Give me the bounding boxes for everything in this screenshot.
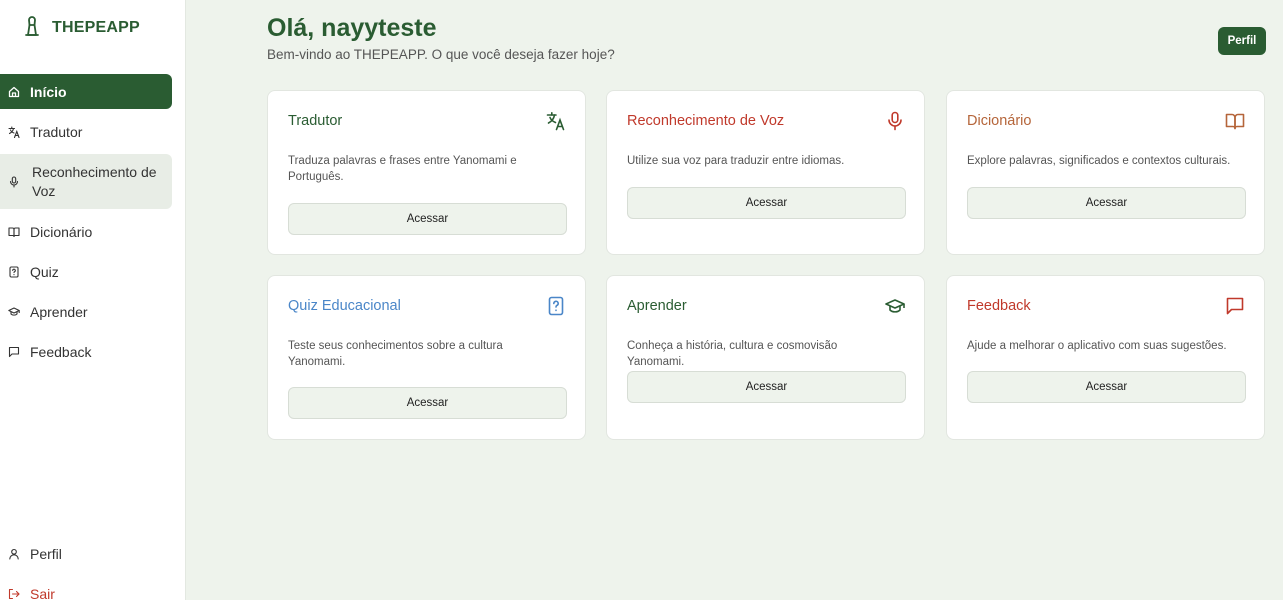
sidebar-item-sair[interactable]: Sair: [0, 576, 172, 600]
logout-icon: [8, 588, 20, 600]
acessar-button[interactable]: Acessar: [288, 203, 567, 235]
sidebar-item-reconhecimento-de-voz[interactable]: Reconhecimento de Voz: [0, 154, 172, 209]
quiz-icon: [546, 296, 566, 316]
sidebar-item-perfil[interactable]: Perfil: [0, 536, 172, 571]
book-icon: [8, 226, 20, 238]
card-description: Utilize sua voz para traduzir entre idio…: [627, 155, 845, 167]
card-quiz-educacional: Quiz Educacional Teste seus conhecimento…: [267, 275, 586, 440]
graduation-cap-icon: [8, 306, 20, 318]
card-description: Ajude a melhorar o aplicativo com suas s…: [967, 340, 1227, 352]
sidebar-bottom: Perfil Sair: [0, 536, 172, 600]
sidebar-item-label: Dicionário: [30, 223, 93, 240]
sidebar: THEPEAPP Início Tradutor Reconhecimento …: [0, 0, 186, 600]
sidebar-item-quiz[interactable]: Quiz: [0, 254, 172, 289]
card-feedback: Feedback Ajude a melhorar o aplicativo c…: [946, 275, 1265, 440]
acessar-button[interactable]: Acessar: [627, 187, 906, 219]
translate-icon: [546, 111, 566, 131]
book-icon: [1225, 111, 1245, 131]
profile-button[interactable]: Perfil: [1218, 27, 1266, 55]
home-icon: [8, 86, 20, 98]
card-title: Aprender: [627, 298, 687, 314]
card-description: Conheça a história, cultura e cosmovisão…: [627, 340, 838, 368]
sidebar-item-label: Aprender: [30, 303, 88, 320]
graduation-cap-icon: [885, 296, 905, 316]
page-subtitle: Bem-vindo ao THEPEAPP. O que você deseja…: [267, 47, 615, 62]
logo-icon: [24, 15, 40, 41]
card-title: Quiz Educacional: [288, 298, 401, 314]
sidebar-item-feedback[interactable]: Feedback: [0, 334, 172, 369]
card-aprender: Aprender Conheça a história, cultura e c…: [606, 275, 925, 440]
card-title: Feedback: [967, 298, 1031, 314]
card-title: Reconhecimento de Voz: [627, 113, 785, 129]
acessar-button[interactable]: Acessar: [967, 371, 1246, 403]
card-title: Dicionário: [967, 113, 1032, 129]
card-description: Teste seus conhecimentos sobre a cultura…: [288, 340, 503, 368]
sidebar-item-label: Perfil: [30, 545, 62, 562]
page-title: Olá, nayyteste: [267, 14, 437, 42]
acessar-button[interactable]: Acessar: [967, 187, 1246, 219]
sidebar-item-label: Reconhecimento de Voz: [32, 163, 157, 199]
sidebar-item-inicio[interactable]: Início: [0, 74, 172, 109]
sidebar-item-dicionario[interactable]: Dicionário: [0, 214, 172, 249]
translate-icon: [8, 125, 20, 138]
card-reconhecimento-de-voz: Reconhecimento de Voz Utilize sua voz pa…: [606, 90, 925, 255]
sidebar-item-label: Início: [30, 83, 67, 100]
message-icon: [1225, 296, 1245, 316]
sidebar-item-label: Sair: [30, 585, 55, 600]
card-description: Traduza palavras e frases entre Yanomami…: [288, 155, 517, 183]
card-description: Explore palavras, significados e context…: [967, 155, 1231, 167]
sidebar-item-aprender[interactable]: Aprender: [0, 294, 172, 329]
card-title: Tradutor: [288, 113, 343, 129]
sidebar-item-label: Tradutor: [30, 123, 83, 140]
sidebar-item-tradutor[interactable]: Tradutor: [0, 114, 172, 149]
sidebar-item-label: Quiz: [30, 263, 59, 280]
acessar-button[interactable]: Acessar: [627, 371, 906, 403]
mic-icon: [885, 111, 905, 131]
brand-label: THEPEAPP: [52, 19, 140, 36]
card-dicionario: Dicionário Explore palavras, significado…: [946, 90, 1265, 255]
sidebar-item-label: Feedback: [30, 343, 92, 360]
acessar-button[interactable]: Acessar: [288, 387, 567, 419]
mic-icon: [8, 175, 20, 188]
brand[interactable]: THEPEAPP: [24, 15, 140, 41]
message-icon: [8, 346, 20, 358]
quiz-icon: [8, 265, 20, 278]
user-icon: [8, 548, 20, 560]
sidebar-nav: Início Tradutor Reconhecimento de Voz Di…: [0, 74, 172, 374]
card-tradutor: Tradutor Traduza palavras e frases entre…: [267, 90, 586, 255]
